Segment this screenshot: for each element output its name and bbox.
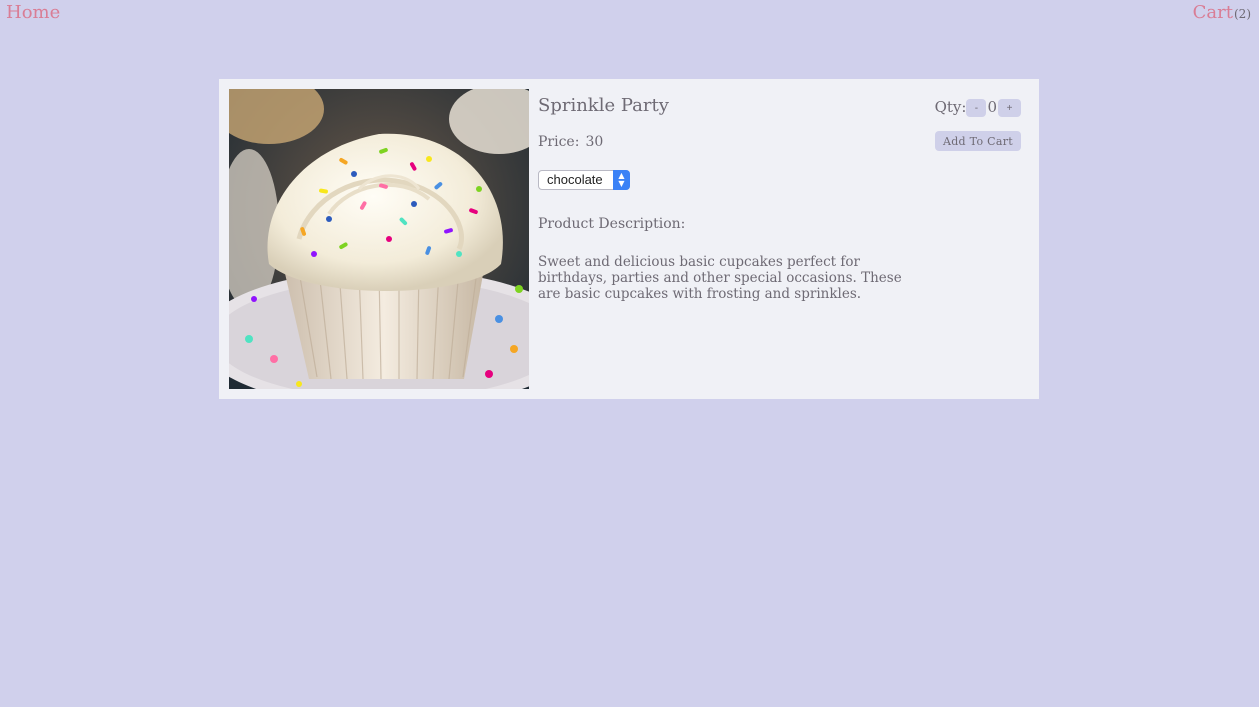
- quantity-stepper: Qty: - 0 +: [935, 97, 1021, 117]
- price-row: Price: 30: [538, 134, 918, 150]
- description-label: Product Description:: [538, 216, 686, 232]
- qty-value: 0: [987, 98, 997, 116]
- cupcake-photo: [229, 89, 529, 389]
- select-arrows-icon: ▲ ▼: [613, 170, 630, 190]
- add-to-cart-button[interactable]: Add To Cart: [935, 131, 1021, 151]
- flavor-select[interactable]: chocolate ▲ ▼: [538, 170, 630, 190]
- qty-label: Qty:: [934, 98, 967, 116]
- product-image: [229, 89, 529, 389]
- increment-button[interactable]: +: [998, 99, 1021, 117]
- product-details: Sprinkle Party Price: 30 chocolate ▲ ▼ Pr…: [538, 95, 918, 302]
- cart-link[interactable]: Cart (2): [1193, 2, 1251, 23]
- product-description: Sweet and delicious basic cupcakes perfe…: [538, 254, 902, 302]
- product-title: Sprinkle Party: [538, 95, 669, 116]
- price-label: Price:: [538, 134, 580, 150]
- price-value: 30: [585, 134, 604, 150]
- decrement-button[interactable]: -: [966, 99, 987, 117]
- product-card: Sprinkle Party Price: 30 chocolate ▲ ▼ Pr…: [219, 79, 1039, 399]
- flavor-select-value: chocolate: [547, 172, 603, 187]
- home-link[interactable]: Home: [6, 2, 60, 23]
- cart-count-badge: (2): [1234, 7, 1251, 21]
- cart-label: Cart: [1192, 2, 1233, 23]
